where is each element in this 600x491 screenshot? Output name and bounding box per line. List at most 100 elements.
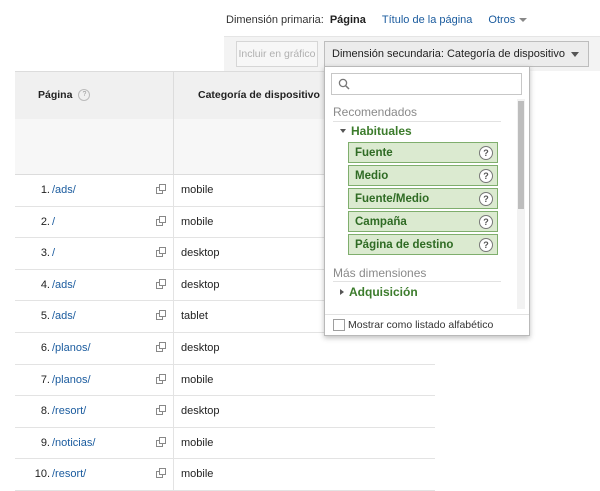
page-link[interactable]: / [52,216,55,228]
open-external-icon[interactable] [156,373,166,384]
device-category-cell: tablet [181,310,208,323]
secondary-dimension-dropdown: Recomendados Habituales Fuente ? Medio ?… [324,66,530,336]
secondary-dimension-button[interactable]: Dimensión secundaria: Categoría de dispo… [324,41,589,67]
primary-dimension-bar: Dimensión primaria: Página Título de la … [226,12,528,28]
dimension-search-input[interactable] [354,76,518,94]
option-label: Campaña [355,215,407,228]
help-icon[interactable]: ? [479,215,493,229]
row-number: 8. [40,405,50,418]
group-adquisicion-label: Adquisición [349,285,418,299]
device-category-cell: mobile [181,468,214,481]
group-habituales-label: Habituales [351,124,412,138]
open-external-icon[interactable] [156,468,166,479]
divider [333,121,501,122]
column-divider [173,364,174,396]
help-icon[interactable]: ? [479,146,493,160]
recommended-heading: Recomendados [333,105,418,119]
alphabetical-list-label[interactable]: Mostrar como listado alfabético [348,319,493,331]
device-category-cell: desktop [181,247,220,260]
option-label: Fuente/Medio [355,192,430,205]
open-external-icon[interactable] [156,405,166,416]
page-link[interactable]: /ads/ [52,310,76,322]
open-external-icon[interactable] [156,278,166,289]
primary-dimension-others-dropdown[interactable]: Otros [488,14,528,26]
help-icon[interactable]: ? [479,169,493,183]
page-link[interactable]: /ads/ [52,279,76,291]
page-link[interactable]: /noticias/ [52,437,95,449]
row-number: 5. [40,310,50,323]
chevron-down-icon [519,18,528,23]
column-divider [173,238,174,269]
help-icon[interactable]: ? [479,238,493,252]
dimension-option-fuente[interactable]: Fuente ? [348,142,498,163]
device-category-cell: mobile [181,184,214,196]
option-label: Fuente [355,146,393,159]
row-number: 4. [40,278,50,291]
device-category-cell: desktop [181,405,220,418]
row-number: 1. [40,184,50,196]
column-divider [173,396,174,427]
column-header-page-label: Página [38,89,73,101]
page-link[interactable]: /planos/ [52,374,91,386]
row-number: 10. [34,468,50,481]
primary-dimension-page[interactable]: Página [330,14,366,26]
option-label: Página de destino [355,238,454,251]
dimension-option-fuente-medio[interactable]: Fuente/Medio ? [348,188,498,209]
plot-rows-button[interactable]: Incluir en gráfico [236,41,318,67]
open-external-icon[interactable] [156,184,166,194]
column-divider [173,269,174,301]
chevron-down-icon [571,52,579,57]
row-number: 3. [40,247,50,260]
group-habituales[interactable]: Habituales [340,124,412,138]
dropdown-scrollbar-thumb[interactable] [518,101,524,209]
page-link[interactable]: /planos/ [52,342,91,354]
open-external-icon[interactable] [156,341,166,352]
secondary-dimension-label: Dimensión secundaria: Categoría de dispo… [332,48,565,60]
table-row: 8./resort/desktop [15,396,435,428]
primary-dimension-page-title-link[interactable]: Título de la página [382,14,473,26]
dimension-option-campana[interactable]: Campaña ? [348,211,498,232]
column-divider [173,72,174,119]
dimension-option-pagina-de-destino[interactable]: Página de destino ? [348,234,498,255]
device-category-cell: desktop [181,278,220,291]
others-label: Otros [488,14,516,26]
dimension-search-box[interactable] [331,73,522,95]
table-row: 6./planos/desktop [15,332,435,365]
option-label: Medio [355,169,389,182]
help-icon[interactable]: ? [78,89,91,101]
more-dimensions-heading: Más dimensiones [333,266,427,280]
column-divider [173,206,174,238]
column-header-page[interactable]: Página ? [38,89,91,101]
expand-down-icon [340,129,346,133]
help-icon[interactable]: ? [479,192,493,206]
column-header-device-category[interactable]: Categoría de dispositivo [198,89,320,101]
device-category-cell: mobile [181,436,214,449]
open-external-icon[interactable] [156,436,166,447]
primary-dimension-label: Dimensión primaria: [226,14,324,26]
row-number: 6. [40,341,50,354]
alphabetical-list-checkbox[interactable] [333,319,345,331]
row-number: 7. [40,373,50,386]
open-external-icon[interactable] [156,310,166,321]
open-external-icon[interactable] [156,247,166,258]
table-row: 7./planos/mobile [15,364,435,397]
open-external-icon[interactable] [156,215,166,226]
row-number: 2. [40,215,50,228]
search-icon [338,78,350,90]
device-category-cell: mobile [181,215,214,228]
column-divider [173,427,174,459]
row-number: 9. [40,436,50,449]
group-adquisicion[interactable]: Adquisición [340,285,418,299]
column-divider [173,119,174,174]
page-link[interactable]: / [52,247,55,259]
divider [333,281,501,282]
column-divider [173,301,174,332]
page-link[interactable]: /resort/ [52,405,86,417]
dimension-option-medio[interactable]: Medio ? [348,165,498,186]
table-row: 10./resort/mobile [15,459,435,491]
expand-right-icon [340,289,344,295]
page-link[interactable]: /resort/ [52,468,86,480]
page-link[interactable]: /ads/ [52,184,76,196]
column-divider [173,175,174,206]
dropdown-footer: Mostrar como listado alfabético [325,314,529,337]
